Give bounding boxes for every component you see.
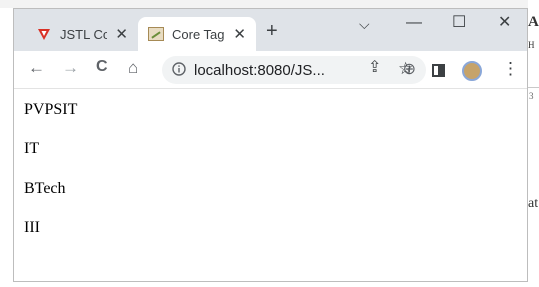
tab-jstl[interactable]: JSTL Cor ✕ — [26, 17, 138, 51]
tab-strip: JSTL Cor ✕ Core Tag ✕ + ⌵ — ☐ ✕ — [14, 9, 527, 51]
bg-fragment: at — [528, 196, 539, 211]
browser-window: JSTL Cor ✕ Core Tag ✕ + ⌵ — ☐ ✕ ← → C ⌂ … — [13, 8, 528, 282]
bookmark-star-icon[interactable]: ☆ — [398, 60, 413, 77]
new-tab-button[interactable]: + — [266, 21, 278, 41]
content-line: BTech — [24, 180, 66, 197]
content-line: IT — [24, 140, 40, 157]
address-bar[interactable]: localhost:8080/JS... ⊕ — [162, 56, 426, 84]
reload-button[interactable]: C — [96, 59, 108, 75]
favicon-image-icon — [148, 27, 164, 41]
url-text[interactable]: localhost:8080/JS... — [194, 62, 395, 79]
back-button[interactable]: ← — [28, 59, 45, 76]
tab-close-icon[interactable]: ✕ — [115, 27, 128, 42]
favicon-v-icon — [36, 26, 52, 42]
tab-title: JSTL Cor — [60, 26, 107, 42]
minimize-button[interactable]: — — [406, 15, 422, 31]
bg-fragment: H — [528, 40, 535, 50]
side-panel-icon[interactable] — [432, 64, 445, 77]
close-window-button[interactable]: ✕ — [498, 15, 511, 31]
tab-core-tag[interactable]: Core Tag ✕ — [138, 17, 256, 51]
content-line: PVPSIT — [24, 101, 78, 118]
bg-divider — [528, 87, 539, 88]
content-line: III — [24, 219, 40, 236]
background-document: A H 3 at — [528, 0, 539, 287]
bg-fragment: A — [528, 14, 539, 30]
maximize-button[interactable]: ☐ — [452, 15, 466, 31]
forward-button[interactable]: → — [62, 59, 79, 76]
background-edge — [0, 0, 539, 8]
page-content: PVPSIT IT BTech III — [14, 89, 527, 281]
tab-search-icon[interactable]: ⌵ — [359, 17, 370, 31]
tab-title: Core Tag — [172, 26, 225, 42]
bg-fragment: 3 — [529, 91, 534, 101]
tab-close-icon[interactable]: ✕ — [233, 27, 246, 42]
menu-kebab-icon[interactable]: ⋮ — [502, 60, 519, 77]
browser-toolbar: ← → C ⌂ localhost:8080/JS... ⊕ ⇪ ☆ ⋮ — [14, 51, 527, 89]
share-icon[interactable]: ⇪ — [368, 60, 381, 76]
profile-avatar[interactable] — [462, 61, 482, 81]
info-icon[interactable] — [172, 62, 186, 78]
home-button[interactable]: ⌂ — [128, 59, 138, 76]
